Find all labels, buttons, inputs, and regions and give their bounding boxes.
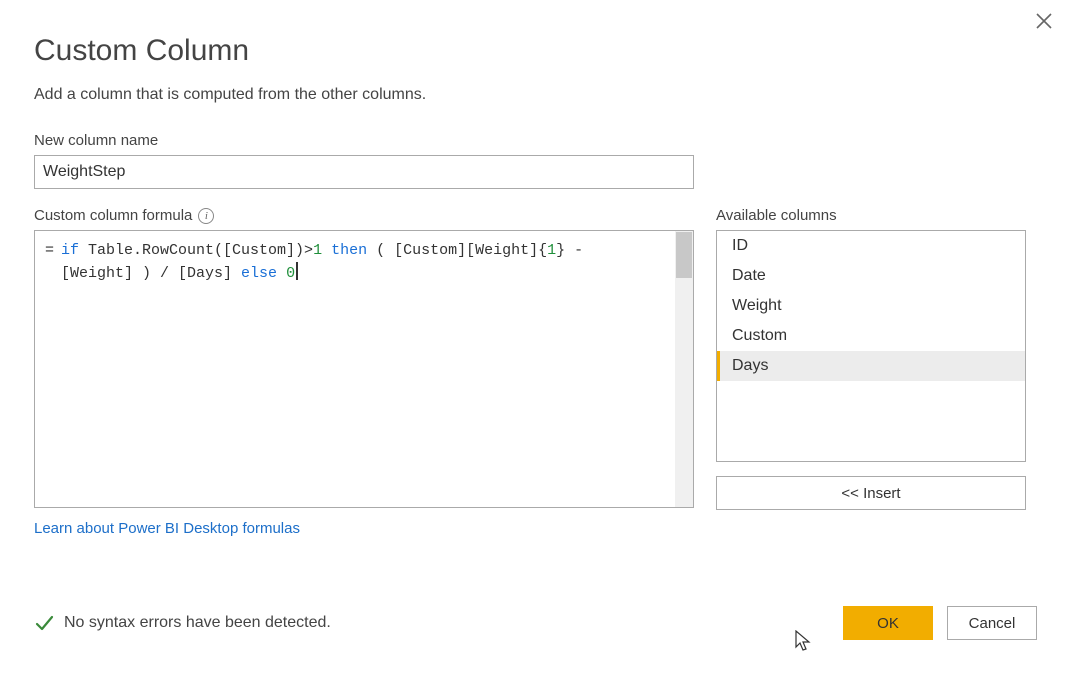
status-message: No syntax errors have been detected. (64, 614, 331, 632)
insert-button[interactable]: << Insert (716, 476, 1026, 510)
equals-sign: = (45, 239, 54, 262)
available-columns-list[interactable]: IDDateWeightCustomDays (716, 230, 1026, 462)
learn-formulas-link[interactable]: Learn about Power BI Desktop formulas (34, 520, 300, 537)
column-item-weight[interactable]: Weight (717, 291, 1025, 321)
check-icon (34, 613, 54, 633)
cancel-button[interactable]: Cancel (947, 606, 1037, 640)
column-item-id[interactable]: ID (717, 231, 1025, 261)
column-item-days[interactable]: Days (717, 351, 1025, 381)
formula-editor[interactable]: = if Table.RowCount([Custom])>1 then ( [… (34, 230, 694, 508)
close-icon (1035, 12, 1053, 30)
dialog-title: Custom Column (34, 34, 1037, 68)
new-column-name-input[interactable] (34, 155, 694, 189)
close-button[interactable] (1035, 12, 1053, 30)
ok-button[interactable]: OK (843, 606, 933, 640)
available-columns-label: Available columns (716, 207, 1026, 224)
text-cursor (296, 262, 298, 280)
dialog-subtitle: Add a column that is computed from the o… (34, 86, 1037, 104)
column-item-custom[interactable]: Custom (717, 321, 1025, 351)
formula-label: Custom column formula (34, 207, 192, 224)
info-icon[interactable]: i (198, 208, 214, 224)
column-item-date[interactable]: Date (717, 261, 1025, 291)
formula-scrollbar-track[interactable] (675, 231, 693, 507)
new-column-name-label: New column name (34, 132, 1037, 149)
formula-scrollbar-thumb[interactable] (676, 232, 692, 278)
